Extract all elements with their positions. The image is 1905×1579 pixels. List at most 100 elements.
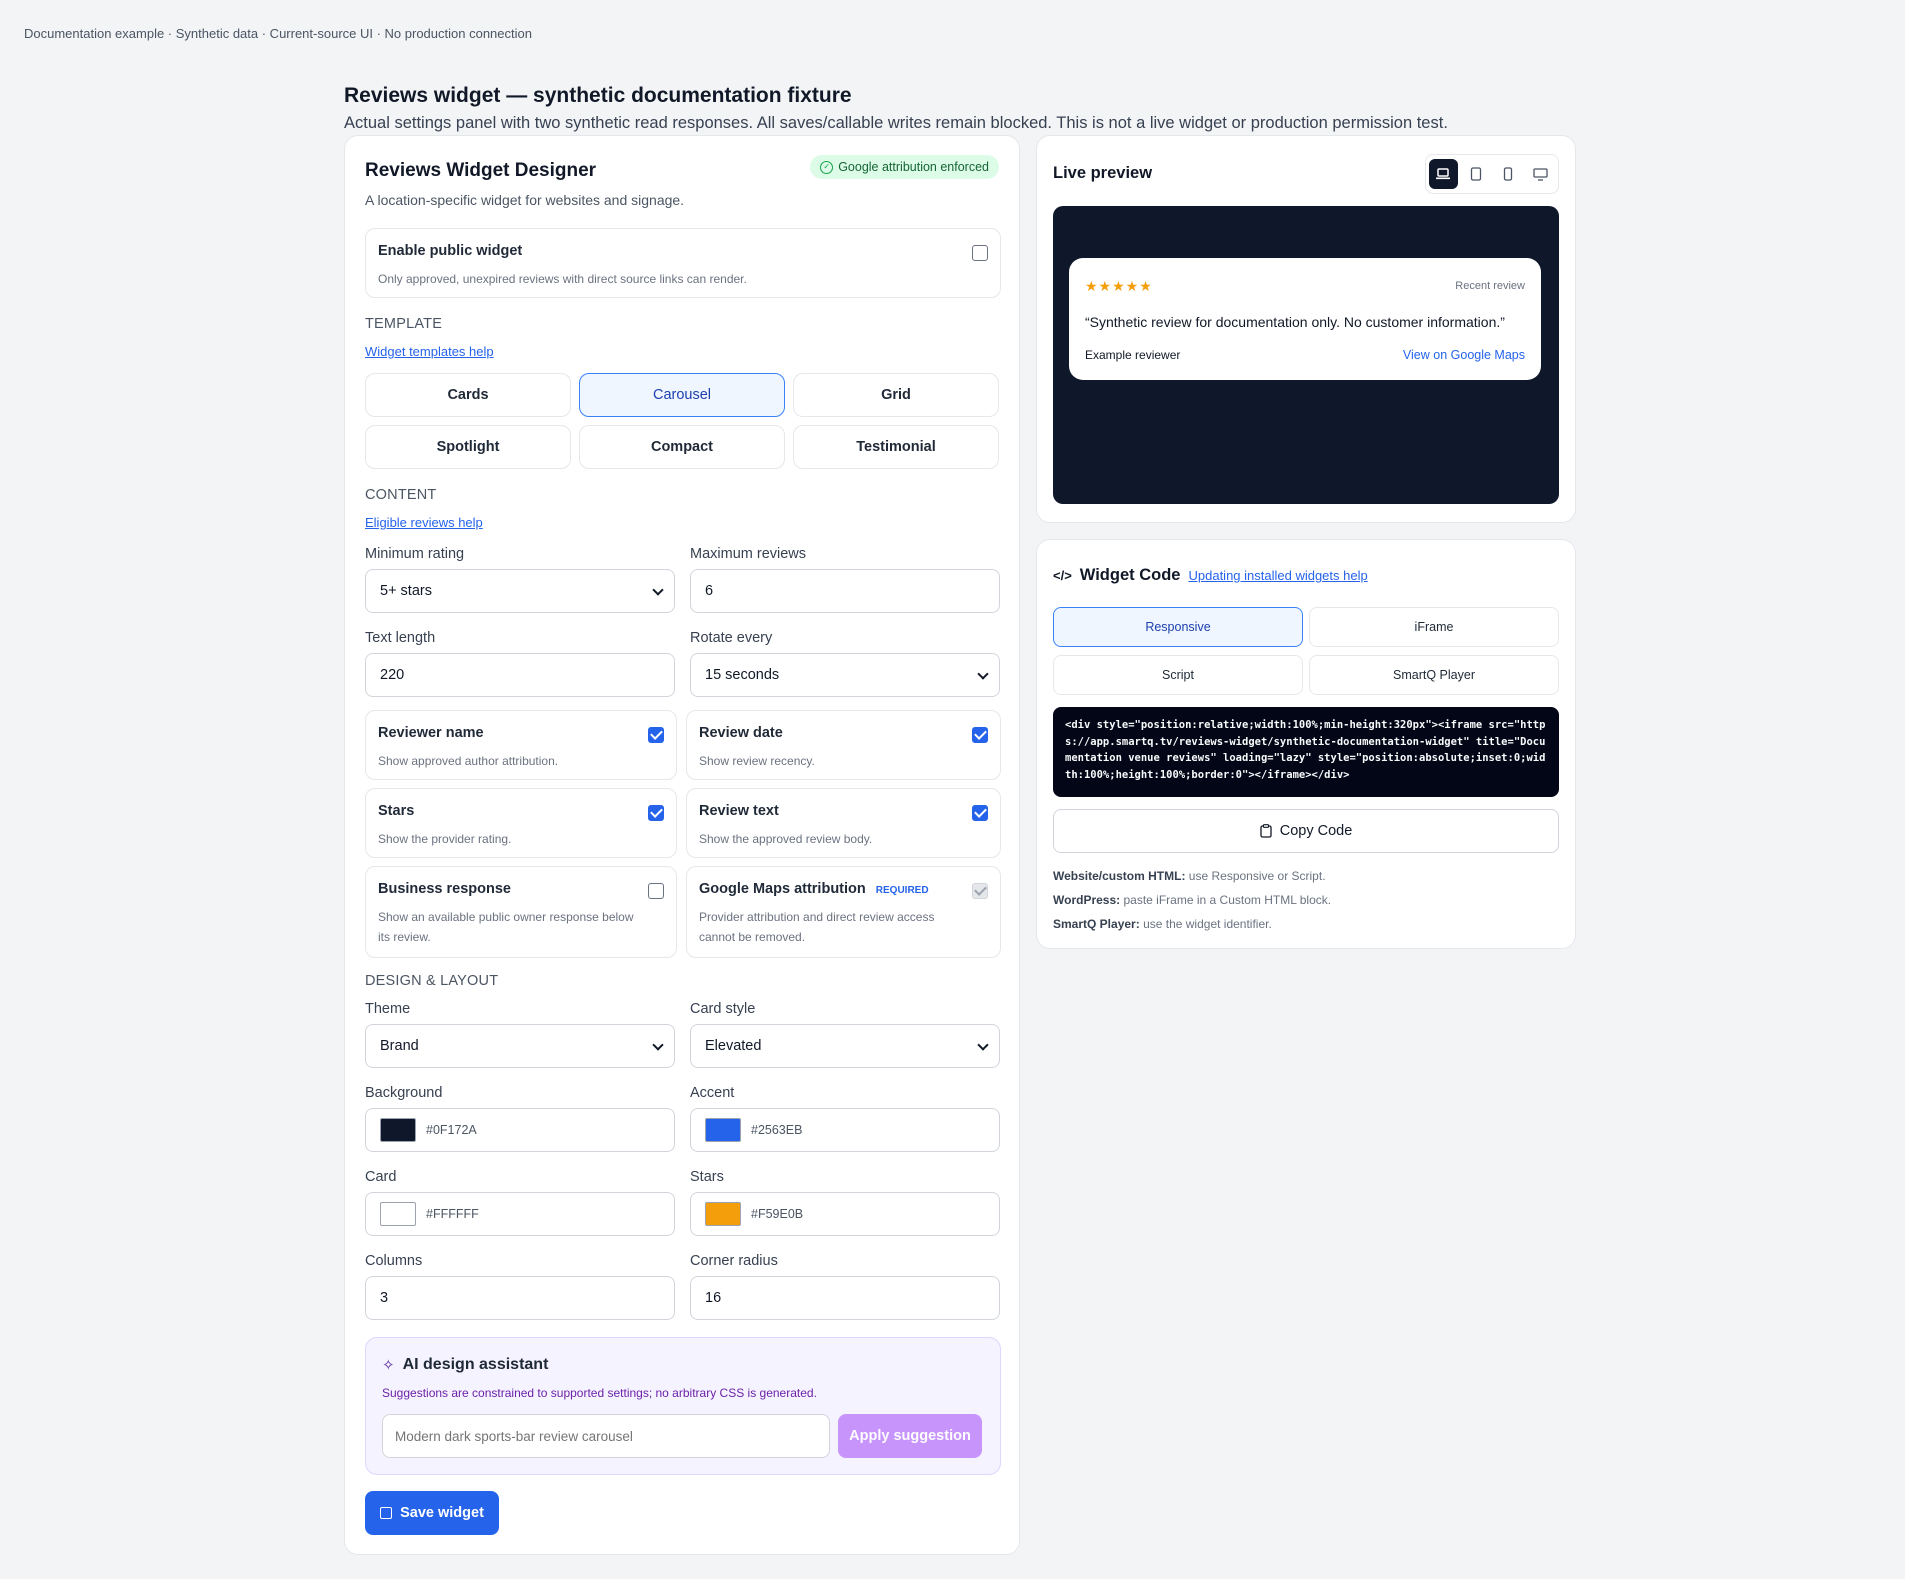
rotate-every-select[interactable]: 15 seconds bbox=[690, 653, 1000, 697]
code-icon: </> bbox=[1053, 568, 1072, 583]
stars-hex: #F59E0B bbox=[751, 1207, 804, 1221]
enable-widget-toggle[interactable]: Enable public widget Only approved, unex… bbox=[365, 228, 1001, 298]
option-label: Review date bbox=[699, 725, 783, 741]
columns-input[interactable]: 3 bbox=[365, 1276, 675, 1320]
note-smartq: SmartQ Player: use the widget identifier… bbox=[1053, 917, 1272, 931]
option-desc: Show an available public owner response … bbox=[378, 910, 634, 944]
theme-select[interactable]: Brand bbox=[365, 1024, 675, 1068]
updating-widgets-help-link[interactable]: Updating installed widgets help bbox=[1188, 568, 1367, 583]
copy-code-label: Copy Code bbox=[1279, 823, 1353, 839]
option-desc: Show review recency. bbox=[699, 754, 815, 768]
template-grid[interactable]: Grid bbox=[793, 373, 999, 417]
min-rating-label: Minimum rating bbox=[365, 546, 465, 562]
template-cards[interactable]: Cards bbox=[365, 373, 571, 417]
option-review-date[interactable]: Review date Show review recency. bbox=[686, 710, 1001, 780]
note-website: Website/custom HTML: use Responsive or S… bbox=[1053, 869, 1326, 883]
device-switcher bbox=[1425, 154, 1559, 194]
designer-description: A location-specific widget for websites … bbox=[365, 192, 685, 208]
reviewer-name-checkbox[interactable] bbox=[648, 727, 664, 743]
option-desc: Show approved author attribution. bbox=[378, 754, 559, 768]
widget-templates-help-link[interactable]: Widget templates help bbox=[365, 344, 494, 359]
template-carousel[interactable]: Carousel bbox=[579, 373, 785, 417]
apply-suggestion-button[interactable]: Apply suggestion bbox=[838, 1414, 982, 1458]
recent-review-tag: Recent review bbox=[1455, 280, 1525, 292]
page-title: Reviews widget — synthetic documentation… bbox=[344, 84, 852, 107]
attribution-badge: ✓ Google attribution enforced bbox=[810, 155, 999, 179]
code-snippet[interactable]: <div style="position:relative;width:100%… bbox=[1053, 707, 1559, 797]
background-swatch[interactable] bbox=[380, 1118, 416, 1142]
ai-prompt-input[interactable] bbox=[382, 1414, 830, 1458]
option-label: Reviewer name bbox=[378, 725, 484, 741]
background-color-field[interactable]: #0F172A bbox=[365, 1108, 675, 1152]
tablet-icon[interactable] bbox=[1462, 159, 1491, 189]
widget-code-title: Widget Code bbox=[1079, 566, 1181, 584]
tab-iframe[interactable]: iFrame bbox=[1309, 607, 1559, 647]
page-subtitle: Actual settings panel with two synthetic… bbox=[344, 114, 1448, 132]
option-label: Google Maps attribution REQUIRED bbox=[699, 881, 929, 897]
option-desc: Show the provider rating. bbox=[378, 832, 512, 846]
widget-code-panel: </> Widget Code Updating installed widge… bbox=[1036, 539, 1576, 949]
template-compact[interactable]: Compact bbox=[579, 425, 785, 469]
option-review-text[interactable]: Review text Show the approved review bod… bbox=[686, 788, 1001, 858]
stars-color-field[interactable]: #F59E0B bbox=[690, 1192, 1000, 1236]
option-reviewer-name[interactable]: Reviewer name Show approved author attri… bbox=[365, 710, 677, 780]
option-business-response[interactable]: Business response Show an available publ… bbox=[365, 866, 677, 958]
google-attribution-checkbox bbox=[972, 883, 988, 899]
card-swatch[interactable] bbox=[380, 1202, 416, 1226]
check-circle-icon: ✓ bbox=[820, 160, 834, 174]
template-testimonial[interactable]: Testimonial bbox=[793, 425, 999, 469]
phone-icon[interactable] bbox=[1494, 159, 1523, 189]
accent-color-field[interactable]: #2563EB bbox=[690, 1108, 1000, 1152]
live-preview-title: Live preview bbox=[1053, 164, 1153, 182]
view-on-google-maps-link[interactable]: View on Google Maps bbox=[1403, 348, 1525, 362]
monitor-icon[interactable] bbox=[1527, 159, 1556, 189]
review-quote: “Synthetic review for documentation only… bbox=[1085, 314, 1505, 330]
stars-swatch[interactable] bbox=[705, 1202, 741, 1226]
stars-checkbox[interactable] bbox=[648, 805, 664, 821]
min-rating-select[interactable]: 5+ stars bbox=[365, 569, 675, 613]
laptop-icon[interactable] bbox=[1429, 159, 1458, 189]
tab-script[interactable]: Script bbox=[1053, 655, 1303, 695]
ai-description: Suggestions are constrained to supported… bbox=[382, 1386, 817, 1400]
review-text-checkbox[interactable] bbox=[972, 805, 988, 821]
note-label: Website/custom HTML: bbox=[1053, 869, 1186, 883]
designer-title: Reviews Widget Designer bbox=[365, 160, 597, 181]
tab-smartq-player[interactable]: SmartQ Player bbox=[1309, 655, 1559, 695]
sparkles-icon: ✧ bbox=[382, 1357, 395, 1374]
note-label: SmartQ Player: bbox=[1053, 917, 1140, 931]
enable-widget-checkbox[interactable] bbox=[972, 245, 988, 261]
save-widget-button[interactable]: Save widget bbox=[365, 1491, 499, 1535]
template-heading: TEMPLATE bbox=[365, 316, 443, 332]
max-reviews-label: Maximum reviews bbox=[690, 546, 807, 562]
note-text: use the widget identifier. bbox=[1143, 917, 1272, 931]
copy-code-button[interactable]: Copy Code bbox=[1053, 809, 1559, 853]
required-tag: REQUIRED bbox=[875, 885, 929, 896]
option-label: Business response bbox=[378, 881, 511, 897]
eligible-reviews-help-link[interactable]: Eligible reviews help bbox=[365, 515, 483, 530]
accent-hex: #2563EB bbox=[751, 1123, 803, 1137]
preview-stage: ★★★★★ Recent review “Synthetic review fo… bbox=[1053, 206, 1559, 504]
card-style-select[interactable]: Elevated bbox=[690, 1024, 1000, 1068]
ai-title: AI design assistant bbox=[402, 1356, 549, 1373]
content-heading: CONTENT bbox=[365, 487, 437, 503]
columns-label: Columns bbox=[365, 1253, 423, 1269]
option-desc: Provider attribution and direct review a… bbox=[699, 910, 935, 944]
note-text: use Responsive or Script. bbox=[1188, 869, 1326, 883]
corner-radius-input[interactable]: 16 bbox=[690, 1276, 1000, 1320]
option-stars[interactable]: Stars Show the provider rating. bbox=[365, 788, 677, 858]
save-icon bbox=[380, 1507, 393, 1519]
max-reviews-input[interactable]: 6 bbox=[690, 569, 1000, 613]
business-response-checkbox[interactable] bbox=[648, 883, 664, 899]
card-style-label: Card style bbox=[690, 1001, 756, 1017]
tab-responsive[interactable]: Responsive bbox=[1053, 607, 1303, 647]
text-length-input[interactable]: 220 bbox=[365, 653, 675, 697]
template-spotlight[interactable]: Spotlight bbox=[365, 425, 571, 469]
card-color-field[interactable]: #FFFFFF bbox=[365, 1192, 675, 1236]
badge-label: Google attribution enforced bbox=[838, 160, 989, 174]
option-desc: Show the approved review body. bbox=[699, 832, 873, 846]
accent-swatch[interactable] bbox=[705, 1118, 741, 1142]
documentation-note: Documentation example · Synthetic data ·… bbox=[24, 26, 532, 41]
clipboard-icon bbox=[1260, 824, 1272, 838]
reviewer-name: Example reviewer bbox=[1085, 348, 1181, 362]
review-date-checkbox[interactable] bbox=[972, 727, 988, 743]
